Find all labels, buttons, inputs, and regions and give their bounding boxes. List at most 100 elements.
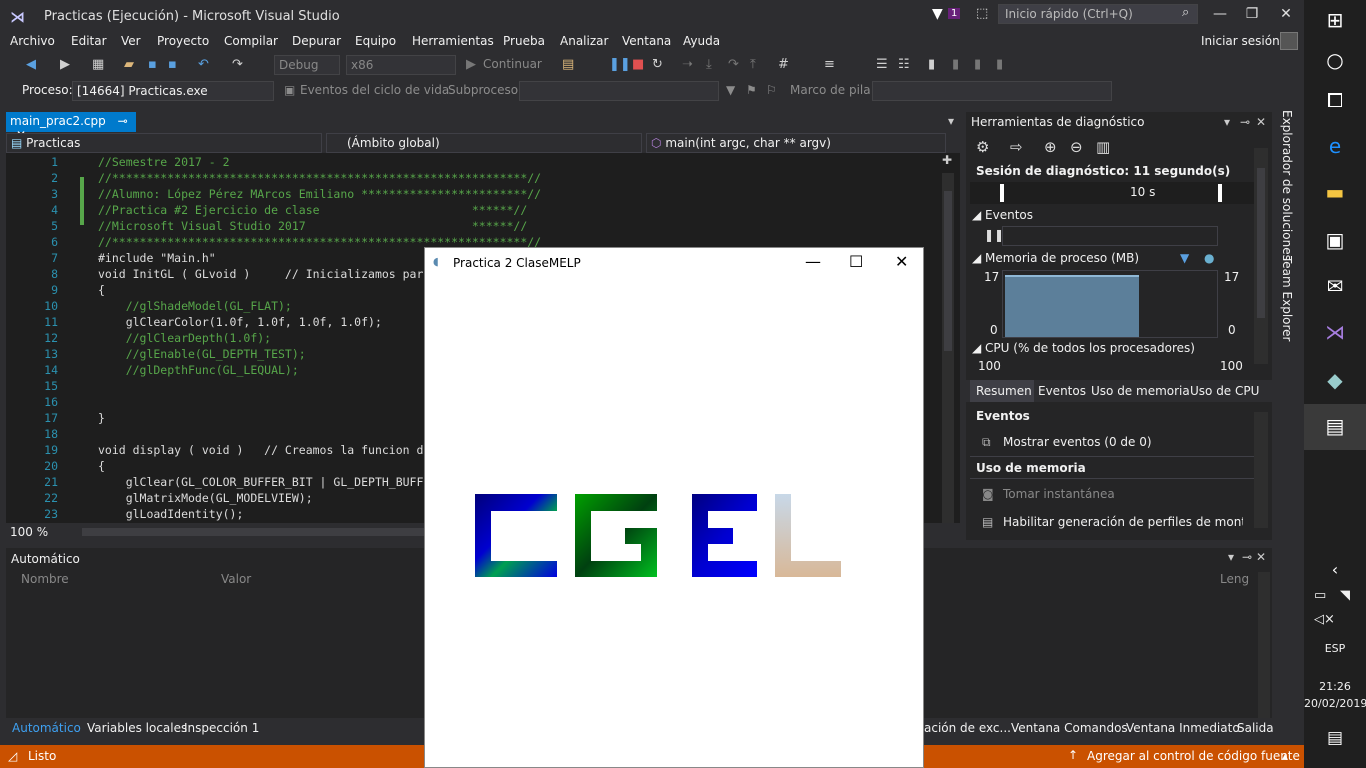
save-all-icon[interactable]: ▪ xyxy=(168,57,177,72)
code-line[interactable]: void InitGL ( GLvoid ) // Inicializamos … xyxy=(98,267,423,281)
task-view-icon[interactable]: ⧠ xyxy=(1304,88,1366,112)
feedback-icon[interactable]: ⬚ xyxy=(976,6,988,21)
code-line[interactable]: { xyxy=(98,283,105,297)
summary-scrollbar[interactable] xyxy=(1254,412,1268,528)
tab-automatico[interactable]: Automático xyxy=(12,721,81,735)
code-line[interactable]: //**************************************… xyxy=(98,171,541,185)
stop-icon[interactable]: ■ xyxy=(632,57,644,72)
pause-icon[interactable]: ❚❚ xyxy=(609,57,631,72)
menu-ver[interactable]: Ver xyxy=(121,34,141,48)
minimize-button[interactable]: — xyxy=(1210,6,1230,26)
memory-section-header[interactable]: ◢ Memoria de proceso (MB) xyxy=(972,251,1139,265)
editor-scroll-thumb[interactable] xyxy=(944,191,952,351)
code-line[interactable]: { xyxy=(98,459,105,473)
visual-studio-icon[interactable]: ⋊ xyxy=(1304,320,1366,344)
zoom-out-icon[interactable]: ⊖ xyxy=(1070,138,1083,156)
indent-icon[interactable]: ☰ xyxy=(876,57,888,72)
code-line[interactable]: glClear(GL_COLOR_BUFFER_BIT | GL_DEPTH_B… xyxy=(98,475,424,489)
timeline-handle-left[interactable] xyxy=(1000,184,1004,202)
diag-pin-icon[interactable]: ⊸ xyxy=(1240,115,1250,129)
notification-badge[interactable]: 1 xyxy=(948,8,961,19)
tab-uso-cpu[interactable]: Uso de CPU xyxy=(1190,384,1259,398)
clock-date[interactable]: 20/02/2019 xyxy=(1304,697,1366,710)
col-nombre[interactable]: Nombre xyxy=(21,572,69,586)
code-line[interactable]: //Microsoft Visual Studio 2017 ******// xyxy=(98,219,527,233)
continue-icon[interactable]: ▶ xyxy=(466,57,476,72)
step-over-icon[interactable]: ↷ xyxy=(728,57,739,72)
autos-dropdown-icon[interactable]: ▾ xyxy=(1228,550,1234,564)
code-line[interactable]: } xyxy=(98,411,105,425)
export-icon[interactable]: ⇨ xyxy=(1010,138,1023,156)
source-control-arrow-icon[interactable]: ▴ xyxy=(1282,749,1288,763)
diag-close-icon[interactable]: ✕ xyxy=(1256,115,1266,129)
editor-scrollbar[interactable] xyxy=(942,173,954,523)
diag-dropdown-icon[interactable]: ▾ xyxy=(1224,115,1230,129)
scope-dropdown[interactable]: (Ámbito global) xyxy=(326,133,642,153)
forward-icon[interactable]: ▶ xyxy=(60,57,70,72)
stack-frame-select[interactable] xyxy=(872,81,1112,101)
events-section-header[interactable]: ◢ Eventos xyxy=(972,208,1033,222)
code-line[interactable]: //glShadeModel(GL_FLAT); xyxy=(98,299,292,313)
bookmark-clear-icon[interactable]: ▮ xyxy=(996,57,1003,72)
tab-exception-settings[interactable]: ación de exc... xyxy=(924,721,1011,735)
tab-ventana-comandos[interactable]: Ventana Comandos xyxy=(1011,721,1128,735)
signin-link[interactable]: Iniciar sesión xyxy=(1201,34,1280,48)
flag-icon[interactable]: ⚑ xyxy=(746,83,757,97)
tab-resumen[interactable]: Resumen xyxy=(970,380,1034,402)
cortana-icon[interactable]: ○ xyxy=(1304,48,1366,72)
pin-icon[interactable]: ⊸ xyxy=(118,114,128,128)
settings-icon[interactable]: ⚙ xyxy=(976,138,989,156)
save-icon[interactable]: ▪ xyxy=(148,57,157,72)
action-center-icon[interactable]: ▤ xyxy=(1304,728,1366,748)
align-icon[interactable]: ≡ xyxy=(824,57,835,72)
code-line[interactable]: //Semestre 2017 - 2 xyxy=(98,155,230,169)
tab-eventos[interactable]: Eventos xyxy=(1038,384,1086,398)
col-valor[interactable]: Valor xyxy=(221,572,251,586)
code-line[interactable]: //Practica #2 Ejercicio de clase ******/… xyxy=(98,203,527,217)
code-line[interactable]: #include "Main.h" xyxy=(98,251,216,265)
hex-icon[interactable]: # xyxy=(778,57,789,72)
thread-select[interactable] xyxy=(519,81,719,101)
diag-scroll-thumb[interactable] xyxy=(1257,168,1265,318)
opengl-app-icon[interactable]: ▤ xyxy=(1304,414,1366,438)
menu-proyecto[interactable]: Proyecto xyxy=(157,34,209,48)
chart-icon[interactable]: ▥ xyxy=(1096,138,1110,156)
diag-scrollbar[interactable] xyxy=(1254,148,1268,364)
mail-icon[interactable]: ✉ xyxy=(1304,274,1366,298)
new-project-icon[interactable]: ▦ xyxy=(92,57,104,72)
code-line[interactable]: void display ( void ) // Creamos la func… xyxy=(98,443,423,457)
menu-ventana[interactable]: Ventana xyxy=(622,34,671,48)
source-control-button[interactable]: Agregar al control de código fuente xyxy=(1087,749,1300,763)
tab-inspeccion[interactable]: Inspección 1 xyxy=(184,721,259,735)
tab-uso-memoria[interactable]: Uso de memoria xyxy=(1091,384,1190,398)
zoom-select[interactable]: 100 % xyxy=(10,525,48,539)
bookmark-next-icon[interactable]: ▮ xyxy=(974,57,981,72)
process-icon[interactable]: ▤ xyxy=(562,57,574,72)
zoom-in-icon[interactable]: ⊕ xyxy=(1044,138,1057,156)
function-dropdown[interactable]: ⬡ main(int argc, char ** argv) xyxy=(646,133,946,153)
open-folder-icon[interactable]: ▰ xyxy=(124,57,134,72)
clock-time[interactable]: 21:26 xyxy=(1304,680,1366,693)
step-icon[interactable]: ➝ xyxy=(682,57,693,72)
bookmark-icon[interactable]: ▮ xyxy=(928,57,935,72)
undo-icon[interactable]: ↶ xyxy=(198,57,209,72)
battery-icon[interactable]: ▭ xyxy=(1314,588,1326,603)
config-select[interactable]: Debug xyxy=(274,55,340,75)
solution-explorer-tab[interactable]: Explorador de soluciones xyxy=(1280,110,1294,261)
volume-muted-icon[interactable]: ◁× xyxy=(1314,612,1335,627)
code-line[interactable]: //Alumno: López Pérez MArcos Emiliano **… xyxy=(98,187,541,201)
heap-profiling-checkbox[interactable]: Habilitar generación de perfiles de mont… xyxy=(1003,515,1243,529)
filter-thread-icon[interactable]: ▼ xyxy=(726,83,735,97)
show-events-link[interactable]: Mostrar eventos (0 de 0) xyxy=(1003,435,1152,449)
col-lenguaje[interactable]: Leng xyxy=(1220,572,1249,586)
autos-close-icon[interactable]: ✕ xyxy=(1256,550,1266,564)
menu-editar[interactable]: Editar xyxy=(71,34,107,48)
menu-compilar[interactable]: Compilar xyxy=(224,34,278,48)
menu-equipo[interactable]: Equipo xyxy=(355,34,396,48)
autos-pin-icon[interactable]: ⊸ xyxy=(1242,550,1252,564)
menu-archivo[interactable]: Archivo xyxy=(10,34,55,48)
code-line[interactable]: glLoadIdentity(); xyxy=(98,507,244,521)
comment-icon[interactable]: ☷ xyxy=(898,57,910,72)
avatar-icon[interactable] xyxy=(1280,32,1298,50)
close-button[interactable]: ✕ xyxy=(1276,6,1296,26)
